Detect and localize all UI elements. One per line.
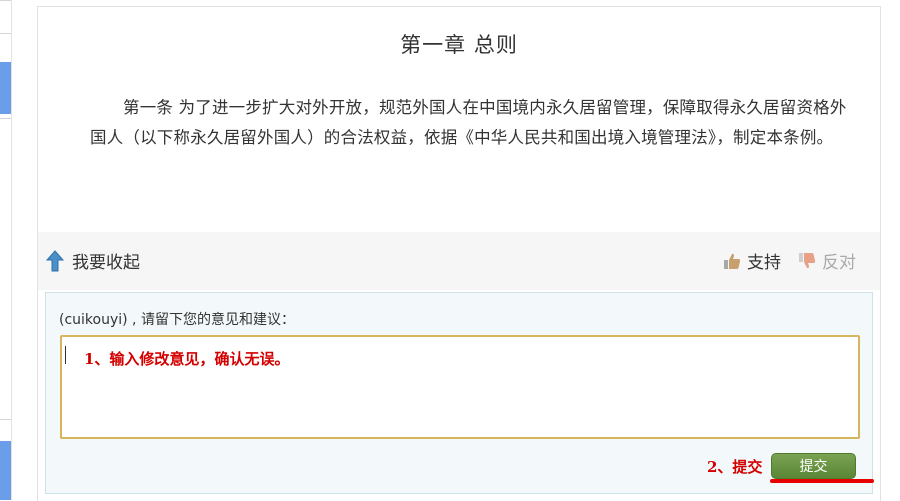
support-label: 支持	[747, 253, 781, 273]
article-card: 第一章 总则 第一条 为了进一步扩大对外开放，规范外国人在中国境内永久居留管理，…	[37, 6, 881, 501]
collapse-button[interactable]: 我要收起	[46, 248, 140, 273]
article-text: 第一条 为了进一步扩大对外开放，规范外国人在中国境内永久居留管理，保障取得永久居…	[90, 98, 847, 147]
left-sidebar-tab[interactable]	[0, 441, 11, 500]
collapse-label: 我要收起	[72, 253, 140, 273]
comment-prompt: (cuikouyi) , 请留下您的意见和建议：	[59, 312, 295, 328]
action-bar: 我要收起 支持 反对	[38, 232, 880, 290]
up-arrow-icon	[46, 249, 64, 271]
left-sidebar-divider	[11, 0, 12, 500]
left-sidebar-tab-active[interactable]	[0, 62, 11, 114]
thumbs-down-icon	[799, 252, 816, 268]
left-sidebar-item	[0, 118, 11, 420]
chapter-title: 第一章 总则	[400, 33, 518, 57]
oppose-label: 反对	[822, 253, 856, 273]
thumbs-up-icon	[724, 253, 741, 269]
support-button[interactable]: 支持	[723, 248, 781, 273]
oppose-button[interactable]: 反对	[798, 248, 856, 273]
left-sidebar-item	[0, 0, 11, 34]
text-caret	[65, 346, 66, 364]
comment-panel: (cuikouyi) , 请留下您的意见和建议： 1、输入修改意见，确认无误。 …	[45, 292, 873, 494]
annotation-underline	[770, 479, 874, 483]
annotation-step1: 1、输入修改意见，确认无误。	[84, 350, 290, 368]
annotation-step2: 2、提交	[707, 458, 763, 476]
submit-button[interactable]: 提交	[771, 453, 856, 479]
comment-textarea[interactable]: 1、输入修改意见，确认无误。	[60, 335, 860, 439]
